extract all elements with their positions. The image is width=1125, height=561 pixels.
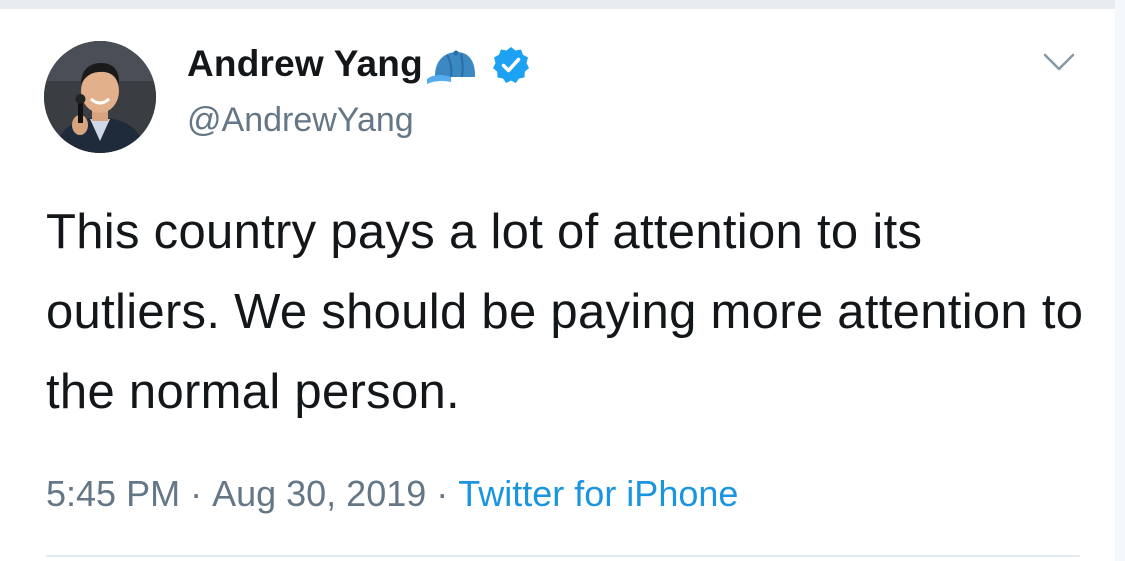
tweet-date[interactable]: Aug 30, 2019 <box>212 473 426 514</box>
meta-separator: · <box>190 473 203 514</box>
display-name[interactable]: Andrew Yang <box>187 43 423 85</box>
tweet-card: Andrew Yang @AndrewYang This country pay… <box>0 9 1115 561</box>
top-border <box>0 0 1125 9</box>
tweet-source-link[interactable]: Twitter for iPhone <box>458 473 738 514</box>
right-border <box>1115 0 1125 561</box>
tweet-time[interactable]: 5:45 PM <box>46 473 180 514</box>
author-handle[interactable]: @AndrewYang <box>187 101 414 140</box>
avatar[interactable] <box>44 41 156 153</box>
verified-badge-icon <box>492 47 529 83</box>
author-row: Andrew Yang <box>187 39 531 89</box>
tweet-meta: 5:45 PM · Aug 30, 2019 · Twitter for iPhone <box>46 473 738 515</box>
meta-separator: · <box>436 473 449 514</box>
blue-cap-icon <box>426 50 475 84</box>
tweet-text: This country pays a lot of attention to … <box>46 205 1084 419</box>
avatar-photo-icon <box>44 41 156 153</box>
divider <box>46 555 1080 557</box>
chevron-down-icon[interactable] <box>1041 47 1077 77</box>
